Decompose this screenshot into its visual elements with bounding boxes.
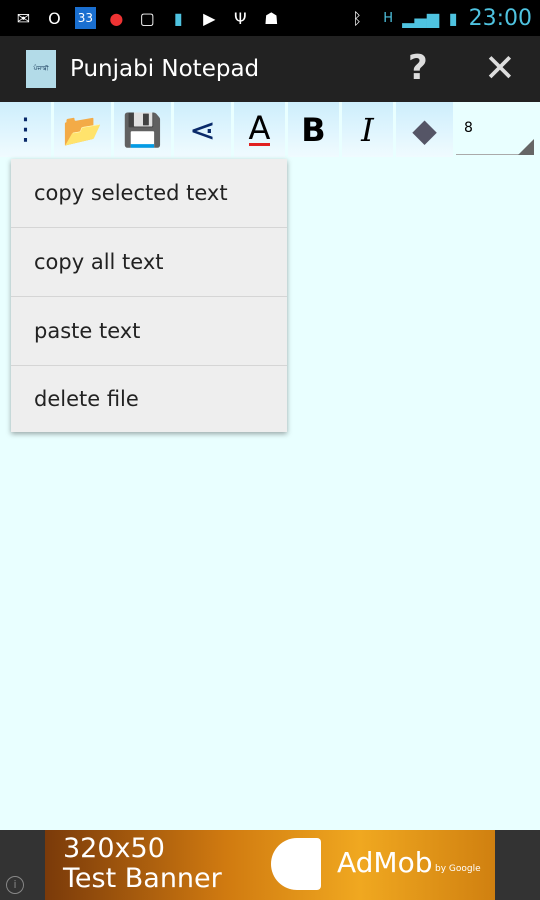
clock: 23:00 — [468, 5, 533, 31]
text-color-button[interactable]: A — [234, 102, 285, 157]
app-bar: ਪੰਜਾਬੀ Punjabi Notepad ? ✕ — [0, 36, 540, 102]
usb-icon: Ψ — [233, 8, 247, 28]
bold-button[interactable]: B — [288, 102, 339, 157]
dropdown-arrow-icon — [518, 139, 534, 155]
toolbar: ⋮ 📂 💾 ⋖ A B I ◆ 8 — [0, 102, 540, 159]
save-button[interactable]: 💾 — [114, 102, 171, 157]
admob-logo-icon — [271, 838, 321, 890]
share-button[interactable]: ⋖ — [174, 102, 231, 157]
app-title: Punjabi Notepad — [70, 56, 260, 82]
maps-icon: ● — [109, 8, 124, 28]
menu-item-copy-all[interactable]: copy all text — [11, 228, 287, 297]
screenshot-icon: ▢ — [139, 8, 155, 28]
mail-icon: ✉ — [16, 8, 31, 28]
ad-by: by Google — [435, 864, 481, 874]
more-vertical-icon: ⋮ — [10, 111, 41, 147]
play-store-icon: ▶ — [203, 8, 216, 28]
floppy-disk-icon: 💾 — [122, 110, 163, 149]
usb-battery-icon: ▮ — [173, 8, 183, 28]
ad-brand: AdMob — [337, 846, 433, 879]
background-color-button[interactable]: ◆ — [396, 102, 453, 157]
help-button[interactable]: ? — [408, 48, 428, 88]
bluetooth-icon: ᛒ — [352, 8, 362, 28]
italic-icon: I — [361, 110, 374, 149]
ad-line1: 320x50 — [63, 833, 165, 864]
app-logo-icon: ਪੰਜਾਬੀ — [26, 50, 56, 88]
font-size-value: 8 — [464, 120, 473, 136]
battery-charging-icon: ▮ — [448, 8, 458, 28]
ad-line2: Test Banner — [63, 863, 222, 894]
font-size-select[interactable]: 8 — [456, 102, 540, 159]
overflow-menu-button[interactable]: ⋮ — [0, 102, 51, 157]
ad-banner[interactable]: 320x50 Test Banner AdMob by Google — [45, 830, 495, 900]
close-button[interactable]: ✕ — [484, 46, 516, 90]
calendar-icon: 33 — [74, 7, 96, 29]
menu-item-paste[interactable]: paste text — [11, 297, 287, 366]
share-icon: ⋖ — [189, 110, 216, 149]
italic-button[interactable]: I — [342, 102, 393, 157]
paint-bucket-icon: ◆ — [412, 110, 437, 149]
menu-item-delete-file[interactable]: delete file — [11, 366, 287, 432]
hspa-icon: H — [383, 10, 394, 26]
folder-open-icon: 📂 — [62, 110, 103, 149]
outlook-icon: O — [48, 8, 61, 28]
overflow-menu: copy selected text copy all text paste t… — [11, 159, 287, 432]
signal-icon: ▂▄▆ — [402, 8, 440, 28]
info-icon[interactable]: i — [6, 876, 24, 894]
android-debug-icon: ☗ — [264, 8, 279, 28]
menu-item-copy-selected[interactable]: copy selected text — [11, 159, 287, 228]
text-color-icon: A — [248, 109, 271, 147]
bold-icon: B — [301, 110, 326, 149]
open-file-button[interactable]: 📂 — [54, 102, 111, 157]
ad-area: i 320x50 Test Banner AdMob by Google — [0, 830, 540, 900]
status-bar: ✉ O 33 ● ▢ ▮ ▶ Ψ ☗ ᛒ H ▂▄▆ ▮ 23:00 — [0, 0, 540, 36]
